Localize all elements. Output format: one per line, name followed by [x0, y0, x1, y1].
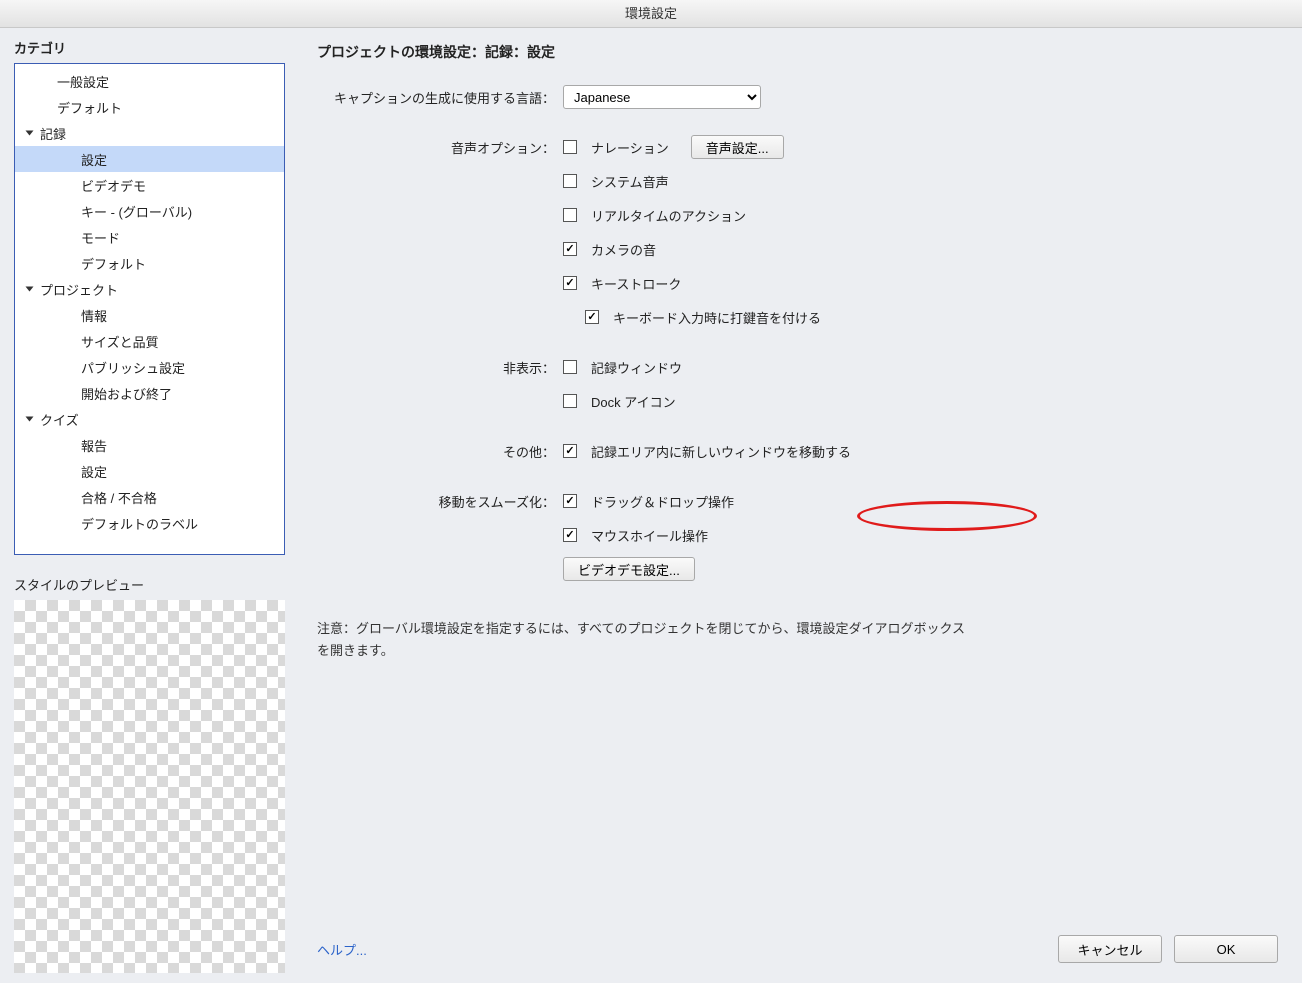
wheel-row: . マウスホイール操作: [317, 522, 1278, 548]
dock-icon-checkbox[interactable]: [563, 394, 577, 408]
tree-item-rec-mode[interactable]: モード: [15, 224, 284, 250]
caption-lang-row: キャプションの生成に使用する言語： Japanese: [317, 84, 1278, 110]
tree-item-quiz-pass[interactable]: 合格 / 不合格: [15, 484, 284, 510]
typesound-label: キーボード入力時に打鍵音を付ける: [613, 308, 821, 327]
tree-item-quiz-settings[interactable]: 設定: [15, 458, 284, 484]
dock-icon-row: . Dock アイコン: [317, 388, 1278, 414]
caption-lang-label: キャプションの生成に使用する言語：: [317, 88, 563, 107]
wheel-checkbox[interactable]: [563, 528, 577, 542]
audio-row: 音声オプション： ナレーション 音声設定...: [317, 134, 1278, 160]
typesound-row: . キーボード入力時に打鍵音を付ける: [317, 304, 1278, 330]
narration-label: ナレーション: [591, 138, 669, 157]
keystroke-label: キーストローク: [591, 274, 681, 293]
chevron-down-icon: [26, 131, 34, 136]
realtime-row: . リアルタイムのアクション: [317, 202, 1278, 228]
chevron-down-icon: [26, 287, 34, 292]
realtime-checkbox[interactable]: [563, 208, 577, 222]
hide-row: 非表示： 記録ウィンドウ: [317, 354, 1278, 380]
typesound-checkbox[interactable]: [585, 310, 599, 324]
bottom-bar: ヘルプ... キャンセル OK: [317, 935, 1278, 963]
help-link[interactable]: ヘルプ...: [317, 940, 367, 959]
tree-item-rec-keys[interactable]: キー - (グローバル): [15, 198, 284, 224]
hide-label: 非表示：: [317, 358, 563, 377]
tree-node-project[interactable]: プロジェクト: [15, 276, 284, 302]
window-titlebar: 環境設定: [0, 0, 1302, 28]
window-title: 環境設定: [625, 6, 677, 21]
drag-label: ドラッグ＆ドロップ操作: [591, 492, 734, 511]
tree-item-rec-video[interactable]: ビデオデモ: [15, 172, 284, 198]
drag-checkbox[interactable]: [563, 494, 577, 508]
tree-item-proj-info[interactable]: 情報: [15, 302, 284, 328]
tree-item-proj-size[interactable]: サイズと品質: [15, 328, 284, 354]
tree-item-rec-settings[interactable]: 設定: [15, 146, 284, 172]
camera-checkbox[interactable]: [563, 242, 577, 256]
video-demo-settings-button[interactable]: ビデオデモ設定...: [563, 557, 695, 581]
style-preview: [14, 600, 285, 973]
narration-checkbox[interactable]: [563, 140, 577, 154]
audio-label: 音声オプション：: [317, 138, 563, 157]
category-tree[interactable]: 一般設定 デフォルト 記録 設定 ビデオデモ キー - (グローバル) モード …: [14, 63, 285, 555]
category-label: カテゴリ: [14, 38, 285, 57]
cancel-button[interactable]: キャンセル: [1058, 935, 1162, 963]
page-title: プロジェクトの環境設定：記録：設定: [317, 42, 1278, 62]
other-row: その他： 記録エリア内に新しいウィンドウを移動する: [317, 438, 1278, 464]
rec-window-label: 記録ウィンドウ: [591, 358, 682, 377]
tree-item-proj-start[interactable]: 開始および終了: [15, 380, 284, 406]
smooth-row: 移動をスムーズ化： ドラッグ＆ドロップ操作: [317, 488, 1278, 514]
audio-settings-button[interactable]: 音声設定...: [691, 135, 784, 159]
keystroke-checkbox[interactable]: [563, 276, 577, 290]
dock-icon-label: Dock アイコン: [591, 392, 676, 411]
system-audio-label: システム音声: [591, 172, 669, 191]
chevron-down-icon: [26, 417, 34, 422]
ok-button[interactable]: OK: [1174, 935, 1278, 963]
tree-item-general[interactable]: 一般設定: [15, 68, 284, 94]
rec-window-checkbox[interactable]: [563, 360, 577, 374]
keystroke-row: . キーストローク: [317, 270, 1278, 296]
style-preview-label: スタイルのプレビュー: [14, 575, 285, 594]
tree-node-recording[interactable]: 記録: [15, 120, 284, 146]
move-window-label: 記録エリア内に新しいウィンドウを移動する: [591, 442, 851, 461]
tree-item-quiz-labels[interactable]: デフォルトのラベル: [15, 510, 284, 536]
tree-item-rec-defaults[interactable]: デフォルト: [15, 250, 284, 276]
tree-item-defaults[interactable]: デフォルト: [15, 94, 284, 120]
smooth-label: 移動をスムーズ化：: [317, 492, 563, 511]
left-panel: カテゴリ 一般設定 デフォルト 記録 設定 ビデオデモ キー - (グローバル)…: [0, 28, 295, 983]
caption-lang-select[interactable]: Japanese: [563, 85, 761, 109]
realtime-label: リアルタイムのアクション: [591, 206, 746, 225]
tree-item-quiz-report[interactable]: 報告: [15, 432, 284, 458]
main-panel: プロジェクトの環境設定：記録：設定 キャプションの生成に使用する言語： Japa…: [295, 28, 1302, 983]
system-audio-checkbox[interactable]: [563, 174, 577, 188]
system-audio-row: . システム音声: [317, 168, 1278, 194]
video-demo-btn-row: . ビデオデモ設定...: [317, 556, 1278, 582]
note-text: 注意：グローバル環境設定を指定するには、すべてのプロジェクトを閉じてから、環境設…: [317, 618, 967, 662]
tree-item-proj-publish[interactable]: パブリッシュ設定: [15, 354, 284, 380]
tree-node-quiz[interactable]: クイズ: [15, 406, 284, 432]
move-window-checkbox[interactable]: [563, 444, 577, 458]
dialog-body: カテゴリ 一般設定 デフォルト 記録 設定 ビデオデモ キー - (グローバル)…: [0, 28, 1302, 983]
wheel-label: マウスホイール操作: [591, 526, 708, 545]
camera-row: . カメラの音: [317, 236, 1278, 262]
camera-label: カメラの音: [591, 240, 656, 259]
other-label: その他：: [317, 442, 563, 461]
